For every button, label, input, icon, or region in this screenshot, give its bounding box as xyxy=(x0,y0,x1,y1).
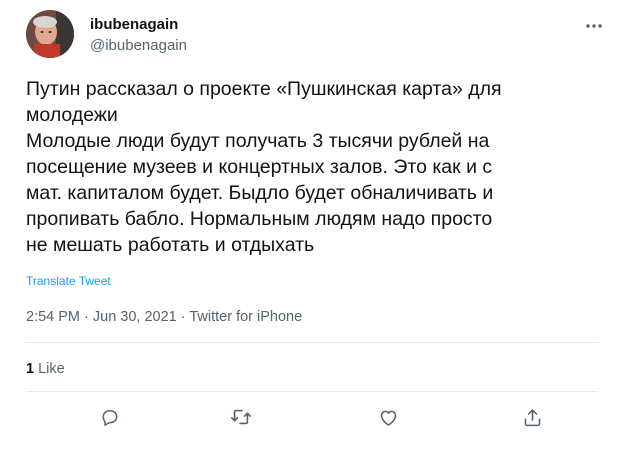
like-count-number: 1 xyxy=(26,361,35,377)
tweet-timestamp[interactable]: 2:54 PM · Jun 30, 2021 · Twitter for iPh… xyxy=(26,309,302,325)
retweet-icon[interactable] xyxy=(226,402,256,432)
share-icon[interactable] xyxy=(517,402,547,432)
translate-tweet-link[interactable]: Translate Tweet xyxy=(26,274,111,288)
tweet-text-line: посещение музеев и концертных залов. Это… xyxy=(26,156,493,178)
display-name[interactable]: ibubenagain xyxy=(90,16,178,33)
tweet: ibubenagain @ibubenagain Путин рассказал… xyxy=(0,0,620,461)
tweet-text: Путин рассказал о проекте «Пушкинская ка… xyxy=(26,76,596,258)
avatar-image xyxy=(26,10,74,58)
tweet-text-line: пропивать бабло. Нормальным людям надо п… xyxy=(26,208,493,230)
more-icon[interactable] xyxy=(582,14,606,38)
action-bar xyxy=(26,402,598,432)
tweet-text-line: Молодые люди будут получать 3 тысячи руб… xyxy=(26,130,490,152)
tweet-text-line: Путин рассказал о проекте «Пушкинская ка… xyxy=(26,78,502,100)
like-icon[interactable] xyxy=(373,402,403,432)
tweet-text-line: мат. капиталом будет. Быдло будет обнали… xyxy=(26,182,494,204)
like-count[interactable]: 1 Like xyxy=(26,361,65,377)
tweet-text-line: молодежи xyxy=(26,104,118,126)
avatar[interactable] xyxy=(26,10,74,58)
user-handle[interactable]: @ibubenagain xyxy=(90,37,187,54)
like-count-label: Like xyxy=(38,361,65,377)
divider xyxy=(26,391,598,392)
tweet-text-line: не мешать работать и отдыхать xyxy=(26,234,315,256)
divider xyxy=(26,342,598,343)
tweet-header: ibubenagain @ibubenagain xyxy=(26,10,606,60)
reply-icon[interactable] xyxy=(95,402,125,432)
